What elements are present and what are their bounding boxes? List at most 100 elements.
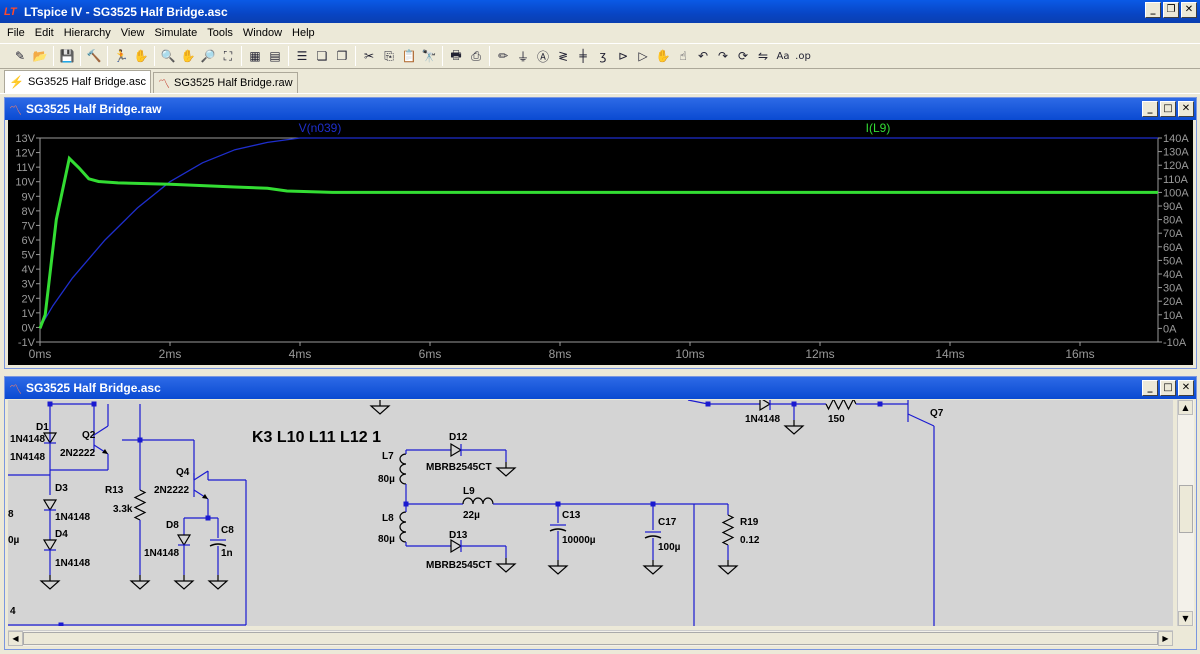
component-label: C13	[562, 510, 581, 521]
waveform-icon: 〽	[157, 76, 170, 91]
run-icon[interactable]: 🏃	[111, 46, 131, 66]
y-left-tick-label: 13V	[15, 133, 35, 145]
ground-icon[interactable]: ⏚	[513, 46, 533, 66]
x-tick-label: 12ms	[805, 347, 834, 361]
waveform-restore-button[interactable]: □	[1160, 101, 1176, 117]
tab-waveform[interactable]: 〽 SG3525 Half Bridge.raw	[152, 72, 298, 93]
move-icon[interactable]: ✋	[653, 46, 673, 66]
label-net-icon[interactable]: Ⓐ	[533, 46, 553, 66]
waveform-minimize-button[interactable]: _	[1142, 101, 1158, 117]
waveform-window-title-bar: 〽 SG3525 Half Bridge.raw _ □ ✕	[5, 98, 1196, 120]
delete-waveform-icon[interactable]: ▤	[265, 46, 285, 66]
component-label: 150	[828, 414, 845, 425]
print-setup-icon[interactable]: 🖶	[446, 46, 466, 66]
drag-icon[interactable]: ☝	[673, 46, 693, 66]
tile-vertical-icon[interactable]: ❐	[332, 46, 352, 66]
save-icon[interactable]: 💾	[57, 46, 77, 66]
schematic-close-button[interactable]: ✕	[1178, 380, 1194, 396]
diode-symbol	[176, 534, 192, 547]
menu-file[interactable]: File	[2, 27, 30, 39]
undo-icon[interactable]: ↶	[693, 46, 713, 66]
paste-icon[interactable]: 📋	[399, 46, 419, 66]
spice-directive-text: K3 L10 L11 L12 1	[252, 429, 381, 446]
y-right-tick-label: 50A	[1163, 255, 1183, 267]
junction-dot	[705, 401, 711, 407]
close-button[interactable]: ✕	[1181, 2, 1197, 18]
schematic-minimize-button[interactable]: _	[1142, 380, 1158, 396]
vertical-scroll-thumb[interactable]	[1179, 485, 1193, 533]
autorange-icon[interactable]: ▦	[245, 46, 265, 66]
schematic-drawing[interactable]: D11N41481N4148Q22N2222D31N4148D41N4148R1…	[8, 400, 1173, 626]
menu-hierarchy[interactable]: Hierarchy	[59, 27, 116, 39]
y-left-tick-label: 8V	[22, 206, 36, 218]
tab-schematic[interactable]: ⚡ SG3525 Half Bridge.asc	[4, 70, 151, 93]
rotate-icon[interactable]: ⟳	[733, 46, 753, 66]
wire-icon[interactable]: ✏	[493, 46, 513, 66]
schematic-restore-button[interactable]: □	[1160, 380, 1176, 396]
redo-icon[interactable]: ↷	[713, 46, 733, 66]
mirror-icon[interactable]: ⇋	[753, 46, 773, 66]
y-right-tick-label: 130A	[1163, 147, 1189, 159]
scroll-down-arrow-icon[interactable]: ▼	[1178, 611, 1193, 626]
y-right-tick-label: -10A	[1163, 337, 1187, 349]
cut-icon[interactable]: ✂	[359, 46, 379, 66]
horizontal-scrollbar[interactable]: ◀ ▶	[8, 630, 1173, 646]
y-right-tick-label: 10A	[1163, 310, 1183, 322]
zoom-out-icon[interactable]: 🔎	[198, 46, 218, 66]
print-icon[interactable]: ⎙	[466, 46, 486, 66]
transistor-arrow	[202, 494, 208, 499]
tile-horizontal-icon[interactable]: ☰	[292, 46, 312, 66]
y-left-tick-label: 5V	[22, 250, 36, 262]
cascade-icon[interactable]: ❏	[312, 46, 332, 66]
component-label: 22µ	[463, 510, 480, 521]
scroll-left-arrow-icon[interactable]: ◀	[8, 631, 23, 646]
restore-button[interactable]: ❐	[1163, 2, 1179, 18]
y-left-tick-label: 10V	[15, 177, 35, 189]
wire	[687, 400, 709, 405]
menu-edit[interactable]: Edit	[30, 27, 59, 39]
ground-symbol	[369, 400, 391, 415]
plot-frame	[39, 137, 1159, 343]
control-panel-icon[interactable]: 🔨	[84, 46, 104, 66]
scroll-up-arrow-icon[interactable]: ▲	[1178, 400, 1193, 415]
open-icon[interactable]: 📂	[30, 46, 50, 66]
zoom-fit-icon[interactable]: ⛶	[218, 46, 238, 66]
menu-simulate[interactable]: Simulate	[149, 27, 202, 39]
component-label: D4	[55, 529, 68, 540]
vertical-scrollbar[interactable]: ▲ ▼	[1177, 400, 1194, 626]
capacitor-icon[interactable]: ╪	[573, 46, 593, 66]
waveform-chart[interactable]: 13V12V11V10V9V8V7V6V5V4V3V2V1V0V-1V140A1…	[8, 120, 1193, 365]
component-label: 1N4148	[144, 548, 179, 559]
diode-symbol	[450, 538, 463, 554]
diode-icon[interactable]: ⊳	[613, 46, 633, 66]
schematic-icon: 〽	[9, 381, 23, 397]
pan-icon[interactable]: ✋	[178, 46, 198, 66]
text-icon[interactable]: Aa	[773, 46, 793, 66]
halt-icon[interactable]: ✋	[131, 46, 151, 66]
waveform-window: 〽 SG3525 Half Bridge.raw _ □ ✕ 13V 12V 11V…	[4, 97, 1197, 369]
minimize-button[interactable]: _	[1145, 2, 1161, 18]
menu-tools[interactable]: Tools	[202, 27, 238, 39]
spice-directive-icon[interactable]: .op	[793, 46, 813, 66]
waveform-close-button[interactable]: ✕	[1178, 101, 1194, 117]
y-right-tick-label: 110A	[1163, 174, 1189, 186]
component-label: R13	[105, 485, 124, 496]
y-right-tick-label: 30A	[1163, 283, 1183, 295]
inductor-icon[interactable]: ʒ	[593, 46, 613, 66]
resistor-icon[interactable]: ≷	[553, 46, 573, 66]
find-icon[interactable]: 🔭	[419, 46, 439, 66]
component-icon[interactable]: ▷	[633, 46, 653, 66]
copy-icon[interactable]: ⎘	[379, 46, 399, 66]
series-line-current	[38, 155, 1158, 329]
new-schematic-icon[interactable]: ✎	[10, 46, 30, 66]
document-tab-bar: ⚡ SG3525 Half Bridge.asc 〽 SG3525 Half B…	[0, 70, 1200, 94]
zoom-in-icon[interactable]: 🔍	[158, 46, 178, 66]
schematic-canvas[interactable]: D1 1N4148 1N4148 Q2 2N2222 D3 1N4148 D4 1N4148 R1…	[8, 400, 1173, 626]
menu-view[interactable]: View	[116, 27, 150, 39]
scroll-right-arrow-icon[interactable]: ▶	[1158, 631, 1173, 646]
waveform-plot-pane[interactable]: 13V 12V 11V 10V 9V 8V 7V 6V 5V 4V 3V 2V 1V 0V -1V 140A 1…	[8, 120, 1193, 365]
toolbar-separator	[355, 46, 356, 66]
horizontal-scroll-thumb[interactable]	[23, 632, 1158, 645]
menu-help[interactable]: Help	[287, 27, 320, 39]
menu-window[interactable]: Window	[238, 27, 287, 39]
